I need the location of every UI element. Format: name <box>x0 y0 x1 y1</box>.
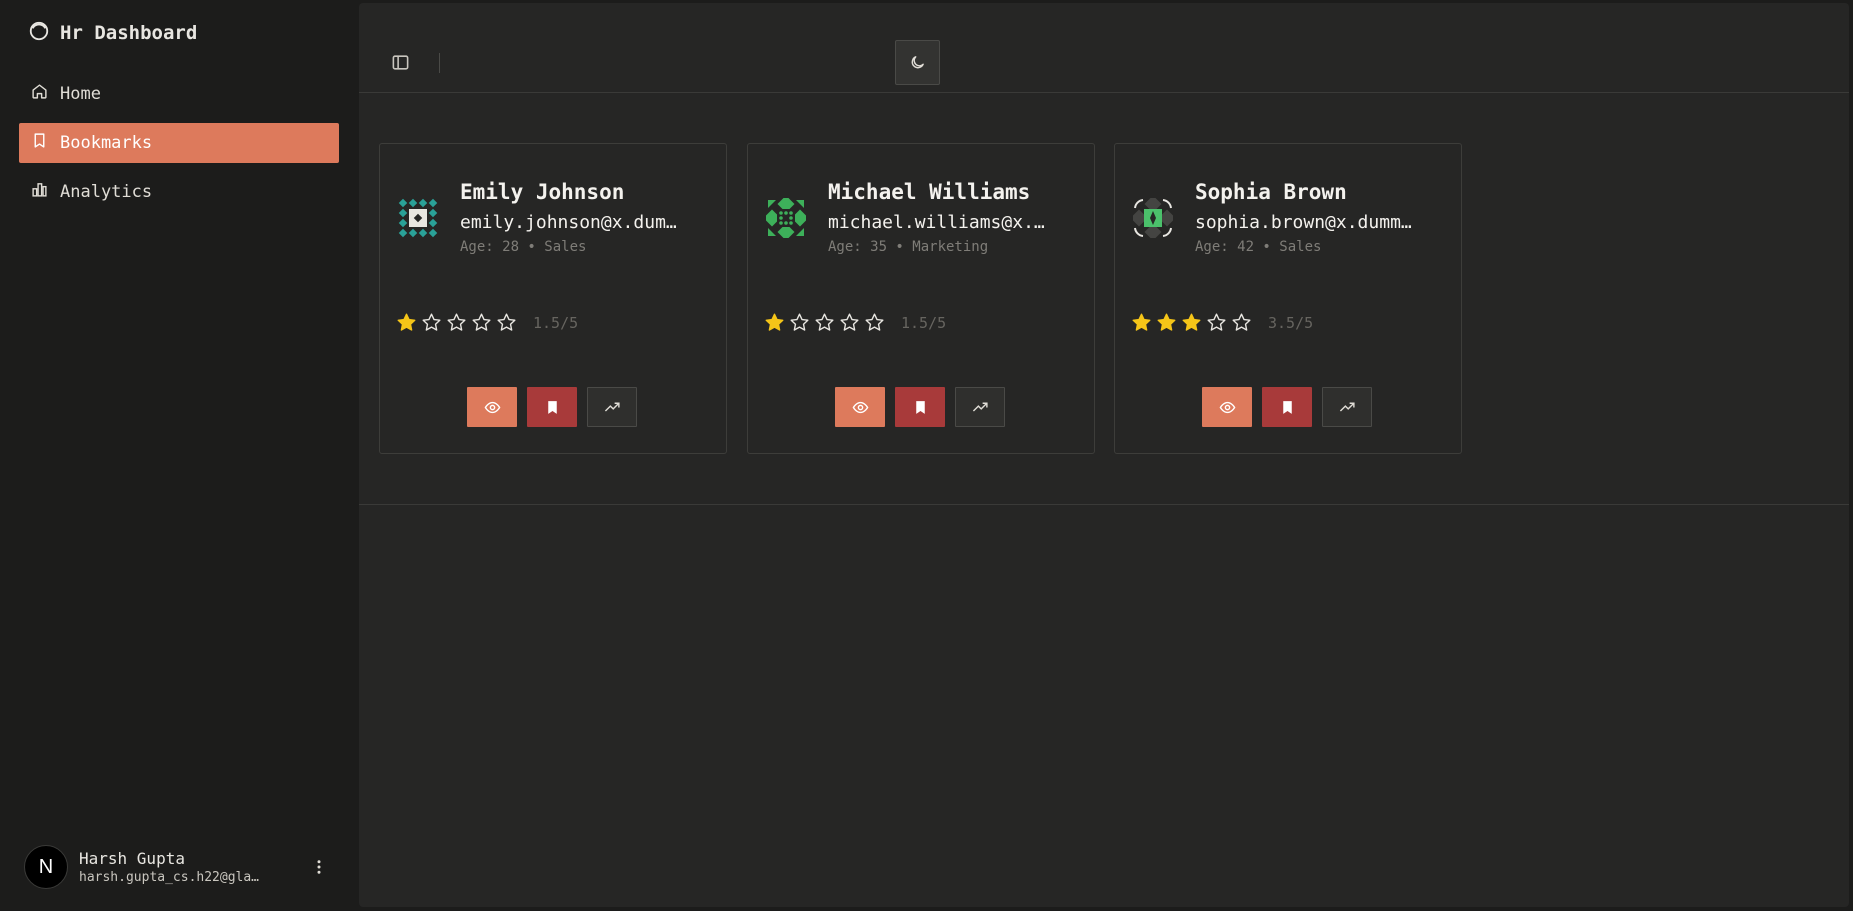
bookmark-button[interactable] <box>1262 387 1312 427</box>
card-actions <box>467 387 637 427</box>
sidebar-item-label: Analytics <box>60 182 153 202</box>
star-filled-icon <box>1132 313 1151 331</box>
main-content: Emily Johnson emily.johnson@x.dum… Age: … <box>359 3 1849 907</box>
star-rating: 1.5/5 <box>764 312 946 333</box>
sidebar-item-home[interactable]: Home <box>19 74 339 114</box>
employee-name: Emily Johnson <box>460 180 625 204</box>
theme-toggle-button[interactable] <box>895 40 940 85</box>
bookmark-icon <box>31 132 48 154</box>
view-button[interactable] <box>467 387 517 427</box>
star-filled-icon <box>397 313 416 331</box>
topbar <box>359 3 1849 93</box>
card-actions <box>835 387 1005 427</box>
more-vertical-icon[interactable] <box>309 858 329 876</box>
employee-meta: Age: 35 • Marketing <box>828 239 989 255</box>
bookmark-filled-icon <box>915 400 925 414</box>
section-divider <box>359 504 1849 505</box>
bookmark-button[interactable] <box>895 387 945 427</box>
avatar-identicon <box>398 198 438 238</box>
bookmark-filled-icon <box>547 400 557 414</box>
employee-card: Michael Williams michael.williams@x.… Ag… <box>747 143 1095 454</box>
star-empty-icon <box>815 313 834 331</box>
star-filled-icon <box>1182 313 1201 331</box>
promote-button[interactable] <box>587 387 637 427</box>
avatar-identicon <box>766 198 806 238</box>
sidebar: Hr Dashboard Home Bookmarks Analytics N … <box>0 0 360 911</box>
sidebar-item-label: Home <box>60 84 101 104</box>
rating-text: 1.5/5 <box>533 313 579 332</box>
star-empty-icon <box>865 313 884 331</box>
employee-email: michael.williams@x.… <box>828 212 1045 233</box>
sidebar-item-label: Bookmarks <box>60 133 153 153</box>
star-rating: 3.5/5 <box>1131 312 1313 333</box>
star-empty-icon <box>1232 313 1251 331</box>
view-button[interactable] <box>835 387 885 427</box>
view-button[interactable] <box>1202 387 1252 427</box>
star-filled-icon <box>1157 313 1176 331</box>
brand[interactable]: Hr Dashboard <box>28 20 197 46</box>
card-actions <box>1202 387 1372 427</box>
user-email: harsh.gupta_cs.h22@gla… <box>79 870 260 885</box>
star-empty-icon <box>497 313 516 331</box>
star-empty-icon <box>1207 313 1226 331</box>
sidebar-nav: Home Bookmarks Analytics <box>19 74 339 221</box>
employee-card: Sophia Brown sophia.brown@x.dumm… Age: 4… <box>1114 143 1462 454</box>
sidebar-item-bookmarks[interactable]: Bookmarks <box>19 123 339 163</box>
employee-card: Emily Johnson emily.johnson@x.dum… Age: … <box>379 143 727 454</box>
moon-icon <box>909 54 926 71</box>
logo-icon <box>28 20 50 47</box>
user-name: Harsh Gupta <box>79 849 185 868</box>
star-empty-icon <box>840 313 859 331</box>
bookmark-filled-icon <box>1282 400 1292 414</box>
employee-name: Michael Williams <box>828 180 1031 204</box>
star-rating: 1.5/5 <box>396 312 578 333</box>
bookmark-button[interactable] <box>527 387 577 427</box>
avatar-identicon <box>1133 198 1173 238</box>
star-empty-icon <box>472 313 491 331</box>
divider <box>439 53 440 73</box>
sidebar-item-analytics[interactable]: Analytics <box>19 172 339 212</box>
avatar: N <box>24 845 68 889</box>
home-icon <box>31 83 48 105</box>
trending-up-icon <box>1339 402 1355 412</box>
eye-icon <box>1219 401 1235 413</box>
star-empty-icon <box>790 313 809 331</box>
star-filled-icon <box>765 313 784 331</box>
employee-meta: Age: 42 • Sales <box>1195 239 1322 255</box>
eye-icon <box>852 401 868 413</box>
employee-name: Sophia Brown <box>1195 180 1347 204</box>
eye-icon <box>484 401 500 413</box>
employee-email: sophia.brown@x.dumm… <box>1195 212 1412 233</box>
sidebar-toggle-icon[interactable] <box>388 50 412 74</box>
trending-up-icon <box>972 402 988 412</box>
user-info: Harsh Gupta harsh.gupta_cs.h22@gla… <box>79 849 301 885</box>
user-profile[interactable]: N Harsh Gupta harsh.gupta_cs.h22@gla… <box>24 845 334 889</box>
rating-text: 3.5/5 <box>1268 313 1314 332</box>
employee-email: emily.johnson@x.dum… <box>460 212 677 233</box>
star-empty-icon <box>422 313 441 331</box>
promote-button[interactable] <box>955 387 1005 427</box>
trending-up-icon <box>604 402 620 412</box>
star-empty-icon <box>447 313 466 331</box>
promote-button[interactable] <box>1322 387 1372 427</box>
employee-meta: Age: 28 • Sales <box>460 239 587 255</box>
rating-text: 1.5/5 <box>901 313 947 332</box>
bar-chart-icon <box>31 181 48 203</box>
brand-title: Hr Dashboard <box>60 22 198 44</box>
